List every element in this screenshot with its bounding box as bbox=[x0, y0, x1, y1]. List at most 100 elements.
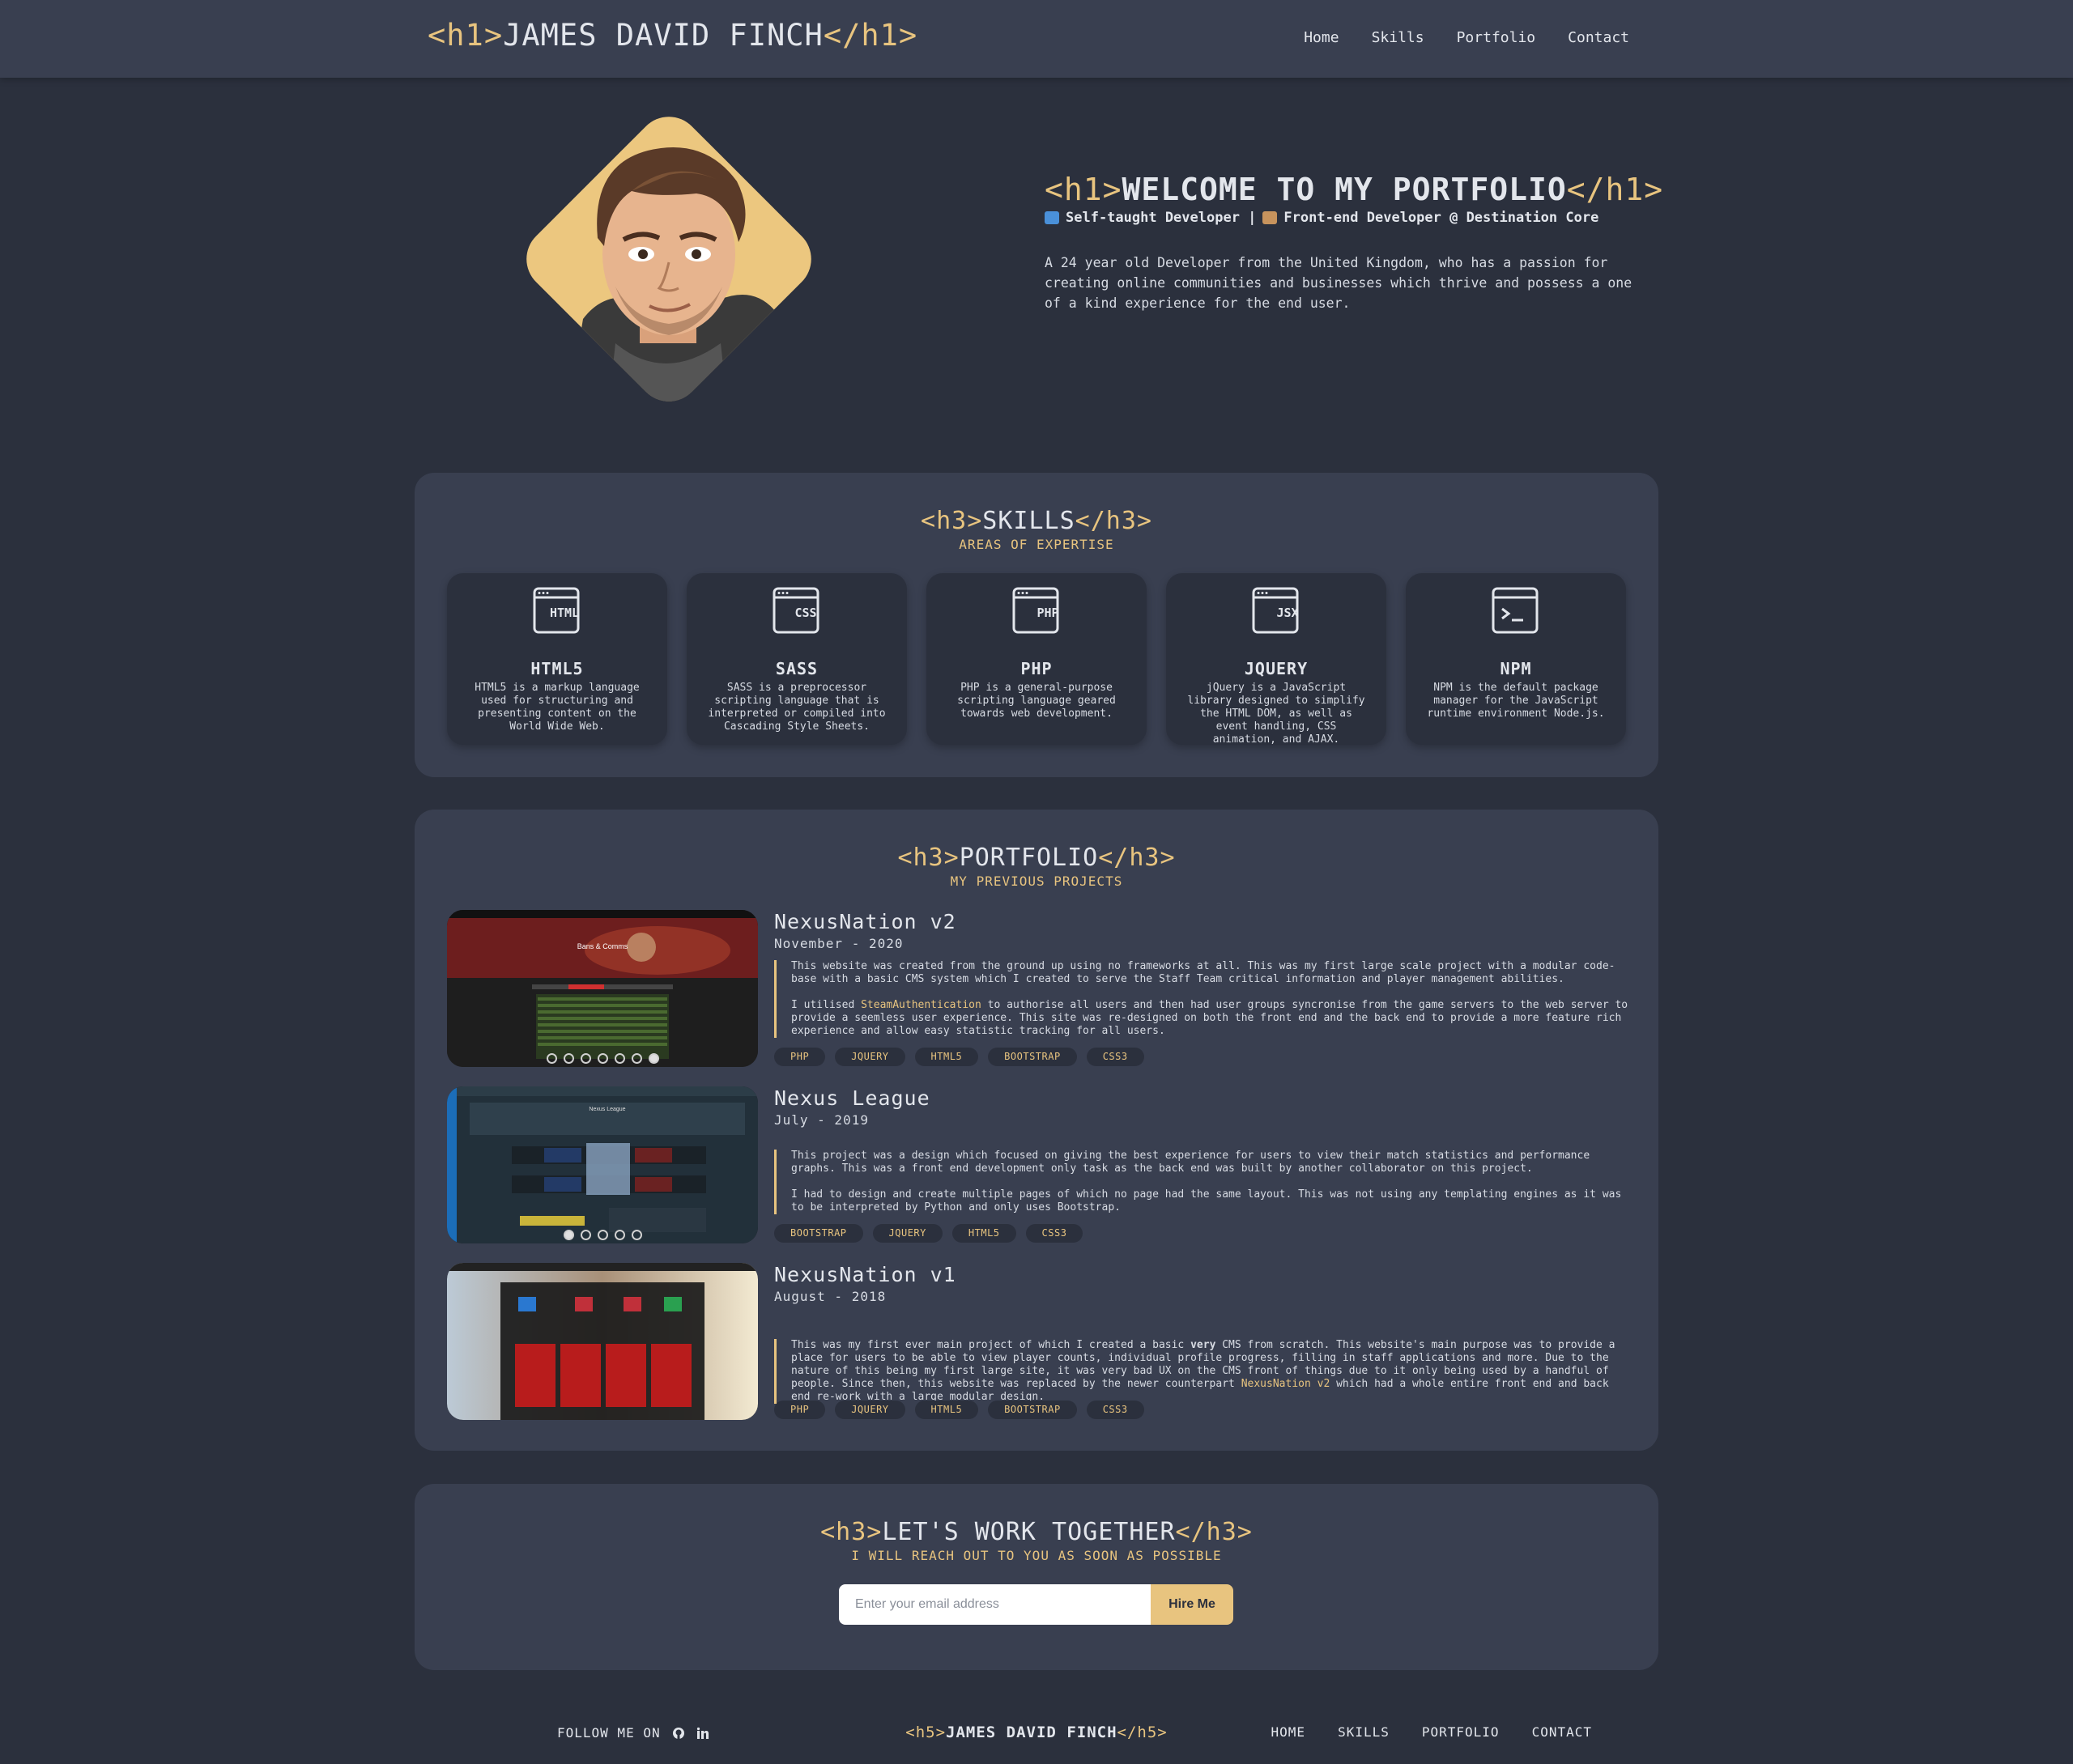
nav-link-home[interactable]: Home bbox=[1304, 29, 1339, 46]
skills-heading-tag-close: </h3> bbox=[1075, 507, 1152, 535]
project-paragraph: I had to design and create multiple page… bbox=[791, 1188, 1622, 1214]
hero-title-tag-close: </h1> bbox=[1566, 172, 1664, 207]
carousel-dot[interactable] bbox=[580, 1230, 591, 1240]
skill-cards: HTML HTML5 HTML5 is a markup language us… bbox=[447, 573, 1626, 746]
carousel-dot-active[interactable] bbox=[648, 1053, 659, 1064]
skills-heading-text: SKILLS bbox=[982, 507, 1075, 535]
portfolio-section: <h3>PORTFOLIO</h3> MY PREVIOUS PROJECTS … bbox=[415, 810, 1658, 1451]
project-text: I utilised bbox=[791, 999, 862, 1011]
tag-badge: BOOTSTRAP bbox=[774, 1224, 863, 1243]
brand-name: JAMES DAVID FINCH bbox=[503, 18, 824, 53]
top-navbar: <h1>JAMES DAVID FINCH</h1> Home Skills P… bbox=[0, 0, 2073, 78]
php-window-icon: PHP bbox=[1012, 587, 1059, 634]
tag-badge: PHP bbox=[774, 1048, 826, 1066]
skill-name: NPM bbox=[1500, 659, 1532, 678]
project-title: NexusNation v1 bbox=[774, 1263, 956, 1286]
contact-heading-text: LET'S WORK TOGETHER bbox=[882, 1518, 1176, 1546]
tag-badge: CSS3 bbox=[1086, 1401, 1144, 1419]
skill-name: JQUERY bbox=[1244, 659, 1309, 678]
contact-heading: <h3>LET'S WORK TOGETHER</h3> bbox=[415, 1518, 1658, 1546]
carousel-dot[interactable] bbox=[597, 1053, 608, 1064]
carousel-dot[interactable] bbox=[614, 1230, 625, 1240]
steamauthentication-link[interactable]: SteamAuthentication bbox=[861, 999, 981, 1011]
css-window-icon: CSS bbox=[773, 587, 819, 634]
project-date: August - 2018 bbox=[774, 1289, 887, 1304]
tag-badge: JQUERY bbox=[835, 1401, 905, 1419]
skill-description: PHP is a general-purpose scripting langu… bbox=[957, 682, 1116, 720]
skill-description: HTML5 is a markup language used for stru… bbox=[475, 682, 640, 733]
tag-badge: JQUERY bbox=[872, 1224, 943, 1243]
portfolio-heading-tag-open: <h3> bbox=[897, 844, 960, 872]
hero-subtitle-role: Self-taught Developer | bbox=[1066, 210, 1257, 226]
developer-icon bbox=[1262, 211, 1278, 224]
footer-link-skills[interactable]: SKILLS bbox=[1338, 1724, 1390, 1740]
footer-link-portfolio[interactable]: PORTFOLIO bbox=[1422, 1724, 1500, 1740]
skill-card-jquery: JSX JQUERY jQuery is a JavaScript librar… bbox=[1166, 573, 1386, 746]
email-field[interactable] bbox=[839, 1584, 1151, 1625]
project-paragraph: I utilised SteamAuthentication to author… bbox=[791, 999, 1629, 1038]
project-paragraph: This website was created from the ground… bbox=[791, 960, 1615, 985]
footer-links: HOME SKILLS PORTFOLIO CONTACT bbox=[1271, 1724, 1592, 1740]
carousel-dot[interactable] bbox=[546, 1053, 557, 1064]
tag-badge: PHP bbox=[774, 1401, 826, 1419]
brand-tag-close: </h1> bbox=[823, 18, 918, 53]
project-nexus-league: Nexus League Nexus League July - 2019 Th… bbox=[447, 1086, 1629, 1245]
contact-heading-tag-close: </h3> bbox=[1175, 1518, 1253, 1546]
brand-tag-open: <h1> bbox=[428, 18, 504, 53]
carousel-dot[interactable] bbox=[563, 1053, 574, 1064]
carousel-dot[interactable] bbox=[580, 1053, 591, 1064]
carousel-dot[interactable] bbox=[631, 1053, 642, 1064]
carousel-dots bbox=[447, 1053, 758, 1064]
nexusnation-v2-link[interactable]: NexusNation v2 bbox=[1241, 1378, 1330, 1390]
jsx-window-icon: JSX bbox=[1252, 587, 1299, 634]
skill-card-php: PHP PHP PHP is a general-purpose scripti… bbox=[926, 573, 1147, 745]
hero-title-tag-open: <h1> bbox=[1045, 172, 1122, 207]
project-tags: PHP JQUERY HTML5 BOOTSTRAP CSS3 bbox=[774, 1401, 1144, 1419]
project-title: NexusNation v2 bbox=[774, 910, 956, 933]
carousel-dot[interactable] bbox=[614, 1053, 625, 1064]
project-paragraph: This project was a design which focused … bbox=[791, 1150, 1590, 1175]
portfolio-heading-tag-close: </h3> bbox=[1098, 844, 1176, 872]
skills-section: <h3>SKILLS</h3> AREAS OF EXPERTISE HTML … bbox=[415, 473, 1658, 777]
nav-links: Home Skills Portfolio Contact bbox=[1304, 29, 1629, 46]
tag-badge: HTML5 bbox=[914, 1048, 979, 1066]
project-nexusnation-v1: NexusNation v1 August - 2018 This was my… bbox=[447, 1263, 1629, 1422]
skills-heading-tag-open: <h3> bbox=[921, 507, 983, 535]
hire-me-button[interactable]: Hire Me bbox=[1151, 1584, 1233, 1625]
hero-subtitle-job: Front-end Developer @ Destination Core bbox=[1283, 210, 1599, 226]
nav-link-contact[interactable]: Contact bbox=[1568, 29, 1629, 46]
project-screenshot[interactable] bbox=[447, 1263, 758, 1420]
project-screenshot-carousel[interactable]: Bans & Comms bbox=[447, 910, 758, 1067]
carousel-dot[interactable] bbox=[597, 1230, 608, 1240]
brand-logo[interactable]: <h1>JAMES DAVID FINCH</h1> bbox=[428, 18, 917, 53]
contact-section: <h3>LET'S WORK TOGETHER</h3> I WILL REAC… bbox=[415, 1484, 1658, 1670]
svg-text:HTML: HTML bbox=[550, 606, 579, 620]
laptop-icon bbox=[1045, 211, 1059, 224]
tag-badge: HTML5 bbox=[951, 1224, 1016, 1243]
tag-badge: HTML5 bbox=[914, 1401, 979, 1419]
tag-badge: CSS3 bbox=[1025, 1224, 1083, 1243]
project-screenshot-carousel[interactable]: Nexus League bbox=[447, 1086, 758, 1243]
project-tags: BOOTSTRAP JQUERY HTML5 CSS3 bbox=[774, 1224, 1083, 1243]
tag-badge: BOOTSTRAP bbox=[988, 1048, 1077, 1066]
tag-badge: BOOTSTRAP bbox=[988, 1401, 1077, 1419]
nav-link-portfolio[interactable]: Portfolio bbox=[1457, 29, 1536, 46]
hero-title-text: WELCOME TO MY PORTFOLIO bbox=[1122, 172, 1567, 207]
nav-link-skills[interactable]: Skills bbox=[1372, 29, 1424, 46]
skill-description: SASS is a preprocessor scripting languag… bbox=[708, 682, 886, 733]
footer-brand-tag-close: </h5> bbox=[1117, 1724, 1168, 1741]
html-window-icon: HTML bbox=[533, 587, 580, 634]
svg-text:Nexus League: Nexus League bbox=[589, 1107, 625, 1112]
footer-link-home[interactable]: HOME bbox=[1271, 1724, 1306, 1740]
project-tags: PHP JQUERY HTML5 BOOTSTRAP CSS3 bbox=[774, 1048, 1144, 1066]
carousel-dot[interactable] bbox=[631, 1230, 642, 1240]
hire-form: Hire Me bbox=[839, 1584, 1233, 1625]
footer-link-contact[interactable]: CONTACT bbox=[1532, 1724, 1592, 1740]
project-date: November - 2020 bbox=[774, 936, 904, 951]
hero-description: A 24 year old Developer from the United … bbox=[1045, 255, 1632, 311]
carousel-dot-active[interactable] bbox=[563, 1230, 574, 1240]
skill-card-npm: NPM NPM is the default package manager f… bbox=[1406, 573, 1626, 745]
project-date: July - 2019 bbox=[774, 1112, 869, 1128]
carousel-dots bbox=[447, 1230, 758, 1240]
project-title: Nexus League bbox=[774, 1086, 930, 1110]
